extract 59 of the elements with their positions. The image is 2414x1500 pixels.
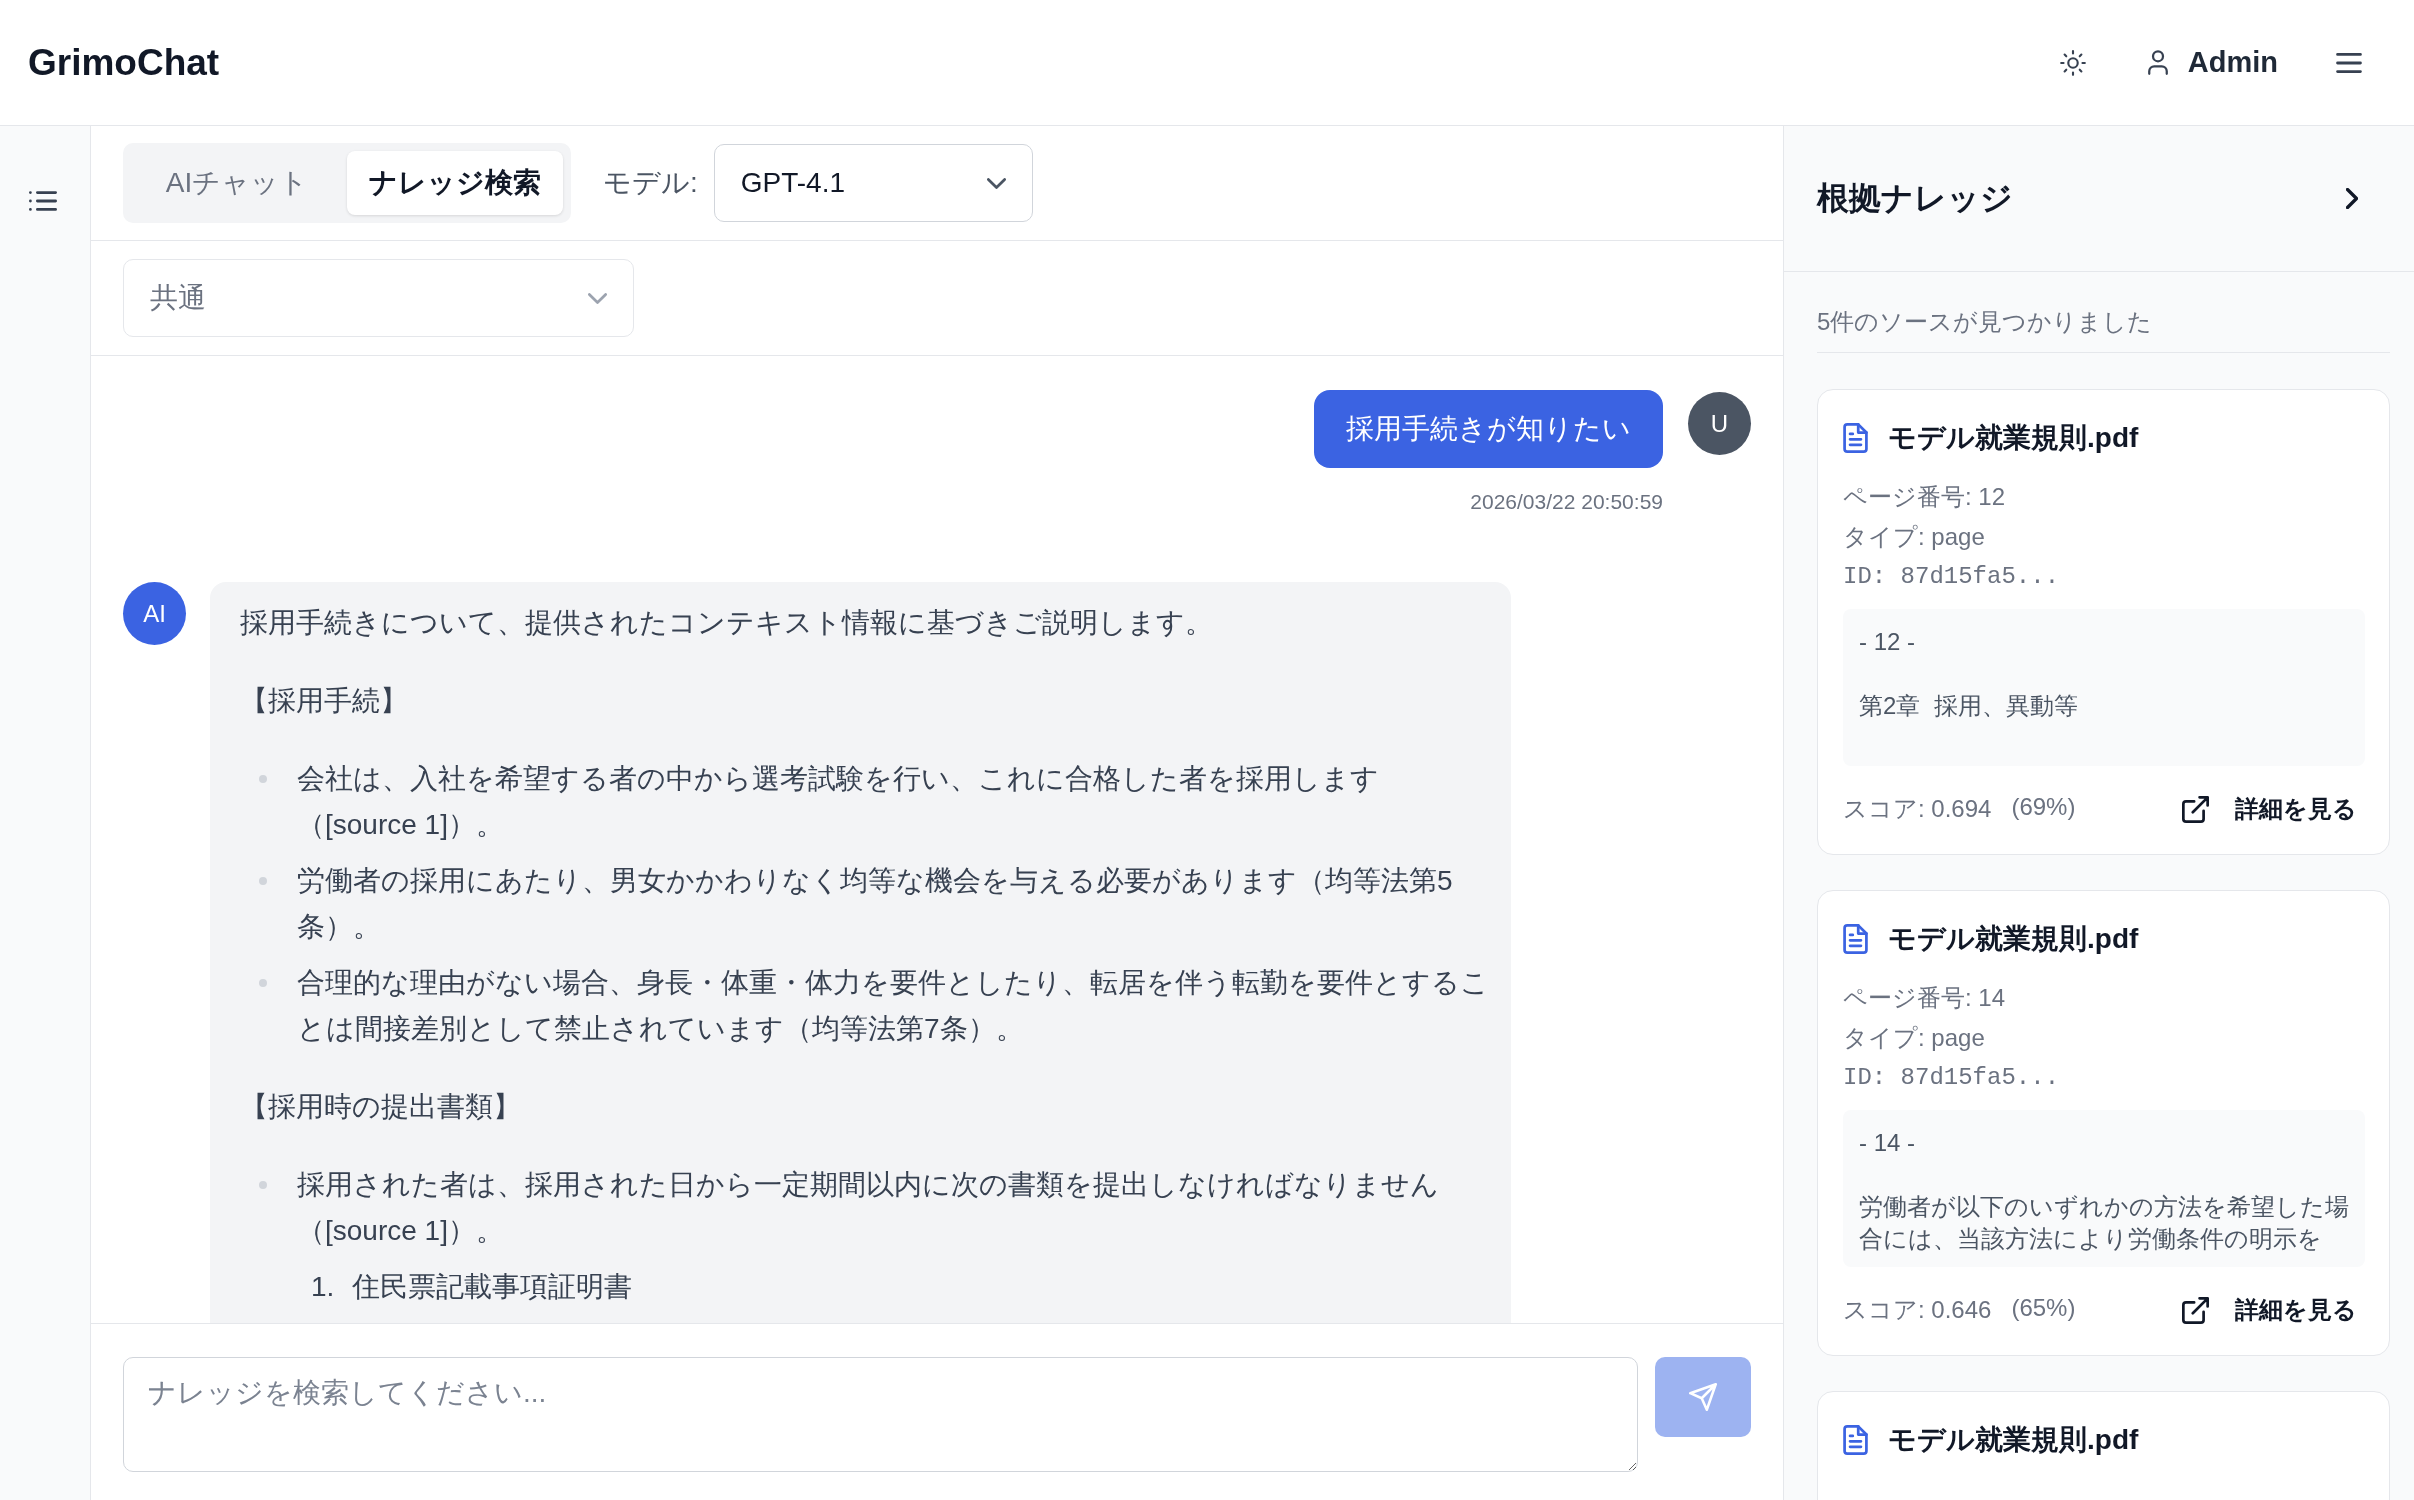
category-select[interactable]: 共通	[123, 259, 634, 337]
app-logo: GrimoChat	[28, 41, 220, 84]
list-number: 1.	[311, 1270, 336, 1304]
user-message: 採用手続きが知りたい	[1314, 390, 1663, 468]
details-link[interactable]: 詳細を見る	[2182, 793, 2357, 825]
score-percent: (65%)	[2011, 1294, 2076, 1323]
external-link-icon	[2182, 795, 2209, 823]
search-input[interactable]: ナレッジを検索してください...	[123, 1357, 1638, 1472]
details-link[interactable]: 詳細を見る	[2182, 1294, 2357, 1326]
list-item-text: 合理的な理由がない場合、身長・体重・体力を要件としたり、転居を伴う転勤を要件とすることは間接差別として禁止されています（均等法第7条）。	[297, 966, 1490, 1046]
tab[interactable]: AIチャット	[131, 151, 343, 215]
chevron-right-icon[interactable]	[2346, 188, 2358, 209]
list-item-text: 採用された者は、採用された日から一定期間以内に次の書類を提出しなければなりません（[source 1]）。	[297, 1168, 1440, 1248]
menu-icon[interactable]	[2336, 52, 2362, 73]
bullet-icon	[259, 1181, 267, 1189]
list-item-text: 労働者の採用にあたり、男女かかわりなく均等な機会を与える必要があります（均等法第5条）。	[297, 864, 1454, 944]
bullet-icon	[259, 979, 267, 987]
send-icon	[1689, 1383, 1717, 1411]
chevron-down-icon	[986, 177, 1006, 189]
user-icon	[2147, 50, 2168, 75]
source-id: ID: 87d15fa5...	[1843, 562, 2061, 592]
excerpt-text: 第2章 採用、異動等	[1859, 691, 2079, 721]
document-icon	[1843, 1425, 1868, 1455]
list-item-text: 会社は、入社を希望する者の中から選考試験を行い、これに合格した者を採用します（[source 1]）。	[297, 762, 1380, 842]
score-text: スコア: 0.646	[1843, 1295, 1992, 1325]
excerpt-text: - 14 -	[1859, 1128, 1916, 1158]
message-paragraph: 【採用手続】	[240, 684, 409, 718]
message-time: 2026/03/22 20:50:59	[1470, 489, 1663, 515]
sun-icon[interactable]	[2059, 49, 2086, 76]
model-label: モデル:	[603, 166, 698, 200]
model-select[interactable]: GPT-4.1	[713, 144, 1033, 222]
list-item-text: 住民票記載事項証明書	[352, 1270, 632, 1304]
user-menu-button[interactable]: Admin	[2147, 46, 2278, 79]
user-avatar: U	[1688, 392, 1751, 455]
external-link-icon	[2182, 1296, 2209, 1324]
message-paragraph: 【採用時の提出書類】	[240, 1090, 522, 1124]
list-icon[interactable]	[29, 191, 57, 211]
panel-title: 根拠ナレッジ	[1817, 178, 2013, 218]
source-type: タイプ: page	[1843, 1023, 1986, 1053]
file-name: モデル就業規則.pdf	[1888, 922, 2139, 956]
source-type: タイプ: page	[1843, 522, 1986, 552]
sources-summary: 5件のソースが見つかりました	[1817, 308, 2153, 335]
excerpt-text: 労働者が以下のいずれかの方法を希望した場合には、当該方法により労働条件の明示を	[1859, 1192, 2349, 1254]
file-name: モデル就業規則.pdf	[1888, 421, 2139, 455]
excerpt-text: - 12 -	[1859, 627, 1916, 657]
source-id: ID: 87d15fa5...	[1843, 1063, 2061, 1093]
assistant-avatar: AI	[123, 582, 186, 645]
score-percent: (69%)	[2011, 793, 2076, 822]
page-number: ページ番号: 14	[1843, 983, 2007, 1013]
document-icon	[1843, 423, 1868, 453]
bullet-icon	[259, 877, 267, 885]
document-icon	[1843, 924, 1868, 954]
score-text: スコア: 0.694	[1843, 794, 1992, 824]
bullet-icon	[259, 775, 267, 783]
page-number: ページ番号: 12	[1843, 482, 2007, 512]
tab[interactable]: ナレッジ検索	[347, 151, 563, 215]
chevron-down-icon	[588, 292, 607, 304]
file-name: モデル就業規則.pdf	[1888, 1423, 2139, 1457]
message-paragraph: 採用手続きについて、提供されたコンテキスト情報に基づきご説明します。	[240, 606, 1214, 640]
